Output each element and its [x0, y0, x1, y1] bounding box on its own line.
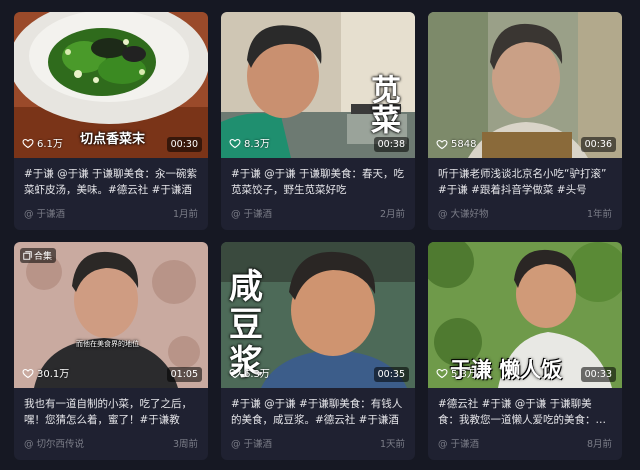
like-count: 5.3万 [436, 365, 477, 380]
video-thumbnail[interactable]: 咸豆浆 6.3万 00:35 [221, 242, 415, 388]
like-count-value: 30.1万 [37, 369, 70, 380]
heart-icon [229, 138, 241, 148]
thumbnail-caption: 而他在美食界的地位 [76, 340, 139, 348]
video-meta: @ 切尔西传说 3周前 [24, 436, 198, 450]
publish-time: 3周前 [172, 439, 198, 450]
author-name[interactable]: @ 于谦酒 [24, 206, 65, 220]
video-thumbnail[interactable]: 5848 00:36 [428, 12, 622, 158]
publish-time: 1天前 [379, 439, 405, 450]
video-meta: @ 于谦酒 1天前 [231, 436, 405, 450]
video-description[interactable]: #于谦 @于谦 于谦聊美食：春天，吃苋菜饺子，野生苋菜好吃 [221, 158, 415, 198]
video-grid: 切点香菜末 6.1万 00:30 #于谦 @于谦 于谦聊美食：汆一碗紫菜虾皮汤，… [14, 12, 622, 460]
like-count: 5848 [436, 138, 476, 150]
thumbnail-caption: 切点香菜末 [80, 132, 146, 147]
video-meta: @ 于谦酒 2月前 [231, 206, 405, 220]
heart-icon [436, 139, 448, 150]
author-name[interactable]: @ 切尔西传说 [24, 436, 84, 450]
video-description[interactable]: 我也有一道自制的小菜，吃了之后，嘿！您猜怎么着，蜜了！#于谦教 [14, 388, 208, 428]
video-duration: 00:33 [580, 367, 616, 382]
video-duration: 01:05 [166, 367, 202, 382]
video-description[interactable]: 听于谦老师浅谈北京名小吃“驴打滚” #于谦 #跟着抖音学做菜 #头号 [428, 158, 622, 198]
like-count-value: 6.1万 [37, 139, 63, 150]
collection-badge: 合集 [20, 248, 57, 263]
heart-icon [22, 138, 34, 148]
video-card[interactable]: 5848 00:36 听于谦老师浅谈北京名小吃“驴打滚” #于谦 #跟着抖音学做… [428, 12, 622, 230]
video-card[interactable]: 苋菜 8.3万 00:38 #于谦 @于谦 于谦聊美食：春天，吃苋菜饺子，野生苋… [221, 12, 415, 230]
like-count: 6.3万 [229, 365, 270, 380]
video-meta: @ 大谦好物 1年前 [438, 206, 612, 220]
thumbnail-caption: 苋菜 [365, 74, 400, 134]
video-duration: 00:36 [580, 137, 616, 152]
collection-badge-label: 合集 [34, 252, 53, 262]
heart-icon [436, 368, 448, 378]
video-meta: @ 于谦酒 8月前 [438, 436, 612, 450]
video-duration: 00:35 [373, 367, 409, 382]
like-count-value: 5848 [451, 138, 477, 150]
heart-icon [22, 368, 34, 378]
like-count: 30.1万 [22, 365, 69, 380]
publish-time: 1年前 [586, 209, 612, 220]
video-card[interactable]: 合集 而他在美食界的地位 30.1万 01:05 我也有一道自制的小菜，吃了之后… [14, 242, 208, 460]
like-count-value: 6.3万 [244, 369, 270, 380]
video-duration: 00:38 [373, 137, 409, 152]
video-description[interactable]: #于谦 @于谦 #于谦聊美食：有钱人的美食，咸豆浆。#德云社 #于谦酒 [221, 388, 415, 428]
author-name[interactable]: @ 于谦酒 [438, 436, 479, 450]
video-thumbnail[interactable]: 合集 而他在美食界的地位 30.1万 01:05 [14, 242, 208, 388]
video-thumbnail[interactable]: 苋菜 8.3万 00:38 [221, 12, 415, 158]
publish-time: 1月前 [172, 209, 198, 220]
author-name[interactable]: @ 于谦酒 [231, 436, 272, 450]
publish-time: 2月前 [379, 209, 405, 220]
video-card[interactable]: 咸豆浆 6.3万 00:35 #于谦 @于谦 #于谦聊美食：有钱人的美食，咸豆浆… [221, 242, 415, 460]
like-count: 8.3万 [229, 135, 270, 150]
heart-icon [229, 368, 241, 378]
video-thumbnail[interactable]: 切点香菜末 6.1万 00:30 [14, 12, 208, 158]
like-count-value: 8.3万 [244, 139, 270, 150]
video-card[interactable]: 切点香菜末 6.1万 00:30 #于谦 @于谦 于谦聊美食：汆一碗紫菜虾皮汤，… [14, 12, 208, 230]
like-count: 6.1万 [22, 135, 63, 150]
video-duration: 00:30 [166, 137, 202, 152]
video-description[interactable]: #德云社 #于谦 @于谦 于谦聊美食：我教您一道懒人爱吃的美食：懒人 [428, 388, 622, 428]
collection-icon [23, 251, 32, 260]
author-name[interactable]: @ 大谦好物 [438, 206, 489, 220]
video-thumbnail[interactable]: 于谦 懒人饭 5.3万 00:33 [428, 242, 622, 388]
video-card[interactable]: 于谦 懒人饭 5.3万 00:33 #德云社 #于谦 @于谦 于谦聊美食：我教您… [428, 242, 622, 460]
like-count-value: 5.3万 [451, 369, 477, 380]
video-meta: @ 于谦酒 1月前 [24, 206, 198, 220]
video-description[interactable]: #于谦 @于谦 于谦聊美食：汆一碗紫菜虾皮汤，美味。#德云社 #于谦酒 [14, 158, 208, 198]
author-name[interactable]: @ 于谦酒 [231, 206, 272, 220]
publish-time: 8月前 [586, 439, 612, 450]
